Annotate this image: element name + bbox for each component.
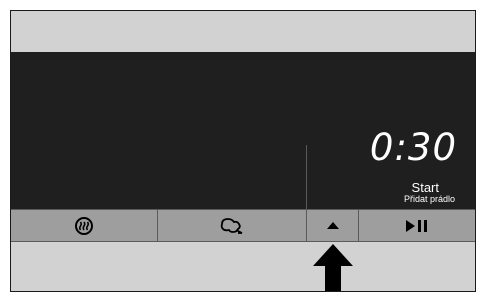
- control-panel: 0:30 Start Přidat prádlo: [10, 10, 476, 292]
- button-row: [11, 209, 475, 242]
- top-panel: [11, 11, 475, 52]
- stain-button[interactable]: [157, 210, 306, 241]
- stain-icon: [219, 216, 245, 236]
- up-button[interactable]: [306, 210, 358, 241]
- display-screen: 0:30 Start Přidat prádlo: [11, 52, 475, 209]
- play-pause-icon: [406, 219, 428, 232]
- status-label: Start: [411, 180, 439, 195]
- steam-icon: [74, 216, 94, 236]
- up-arrow-icon: [313, 244, 353, 291]
- remaining-time: 0:30: [369, 126, 457, 169]
- status-sublabel: Přidat prádlo: [403, 194, 455, 204]
- bottom-panel: [11, 242, 475, 291]
- start-pause-button[interactable]: [358, 210, 475, 241]
- display-divider: [306, 145, 307, 209]
- steam-button[interactable]: [11, 210, 157, 241]
- up-triangle-icon: [326, 221, 339, 230]
